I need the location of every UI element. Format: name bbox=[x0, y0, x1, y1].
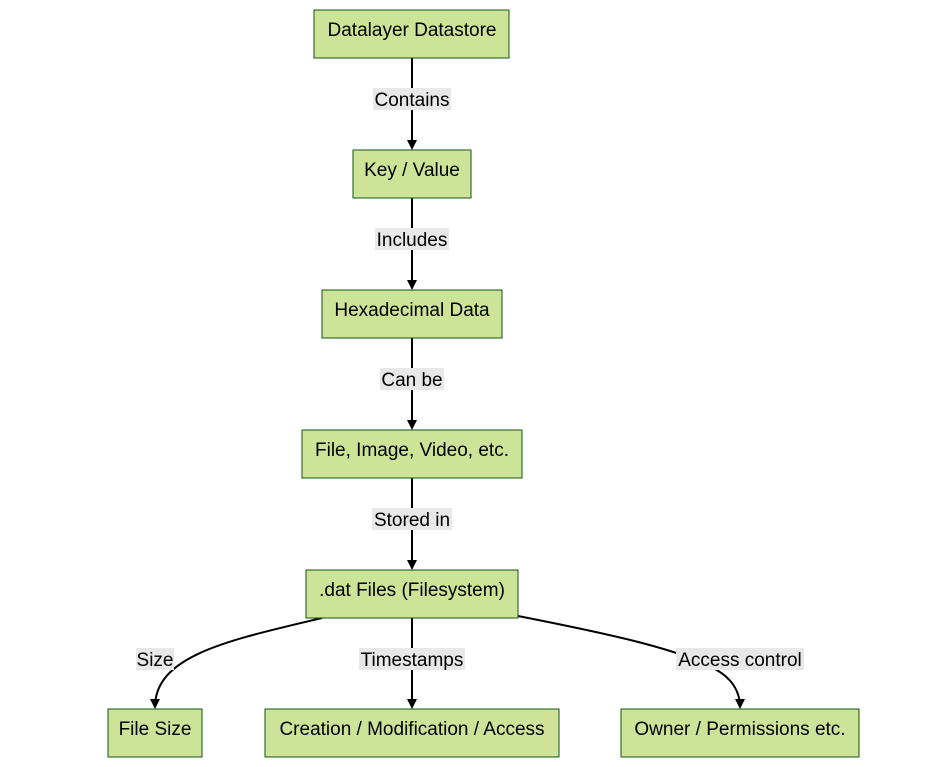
svg-text:Contains: Contains bbox=[375, 90, 450, 111]
edge-size bbox=[150, 617, 323, 709]
edge-label-access-control: Access control bbox=[676, 648, 804, 671]
edge-label-stored-in: Stored in bbox=[372, 508, 452, 531]
flowchart-canvas: Contains Includes Can be Stored in Size … bbox=[107, 9, 860, 758]
edge-label-timestamps: Timestamps bbox=[359, 648, 465, 671]
svg-text:Can be: Can be bbox=[381, 370, 442, 391]
svg-text:Owner / Permissions etc.: Owner / Permissions etc. bbox=[634, 719, 845, 740]
node-dat-files: .dat Files (Filesystem) bbox=[305, 569, 519, 619]
svg-text:Stored in: Stored in bbox=[374, 510, 450, 531]
svg-text:File Size: File Size bbox=[119, 719, 192, 740]
svg-text:Creation / Modification / Acce: Creation / Modification / Access bbox=[279, 719, 544, 740]
node-key-value: Key / Value bbox=[352, 149, 472, 199]
svg-text:Size: Size bbox=[137, 650, 174, 671]
edge-label-size: Size bbox=[136, 648, 174, 671]
edge-label-can-be: Can be bbox=[380, 368, 444, 391]
svg-text:Includes: Includes bbox=[377, 230, 448, 251]
node-file-image-video: File, Image, Video, etc. bbox=[301, 429, 523, 479]
svg-text:Datalayer Datastore: Datalayer Datastore bbox=[328, 20, 497, 41]
svg-text:.dat Files (Filesystem): .dat Files (Filesystem) bbox=[319, 580, 505, 601]
node-datalayer-datastore: Datalayer Datastore bbox=[313, 9, 510, 59]
node-timestamps: Creation / Modification / Access bbox=[264, 708, 560, 758]
svg-text:File, Image, Video, etc.: File, Image, Video, etc. bbox=[315, 440, 509, 461]
node-file-size: File Size bbox=[107, 708, 203, 758]
edge-label-includes: Includes bbox=[375, 228, 449, 251]
svg-text:Hexadecimal Data: Hexadecimal Data bbox=[334, 300, 490, 321]
svg-text:Key / Value: Key / Value bbox=[364, 160, 460, 181]
node-hexadecimal-data: Hexadecimal Data bbox=[321, 289, 503, 339]
svg-text:Access control: Access control bbox=[678, 650, 802, 671]
svg-text:Timestamps: Timestamps bbox=[361, 650, 464, 671]
node-owner-permissions: Owner / Permissions etc. bbox=[620, 708, 860, 758]
edge-label-contains: Contains bbox=[373, 88, 451, 111]
